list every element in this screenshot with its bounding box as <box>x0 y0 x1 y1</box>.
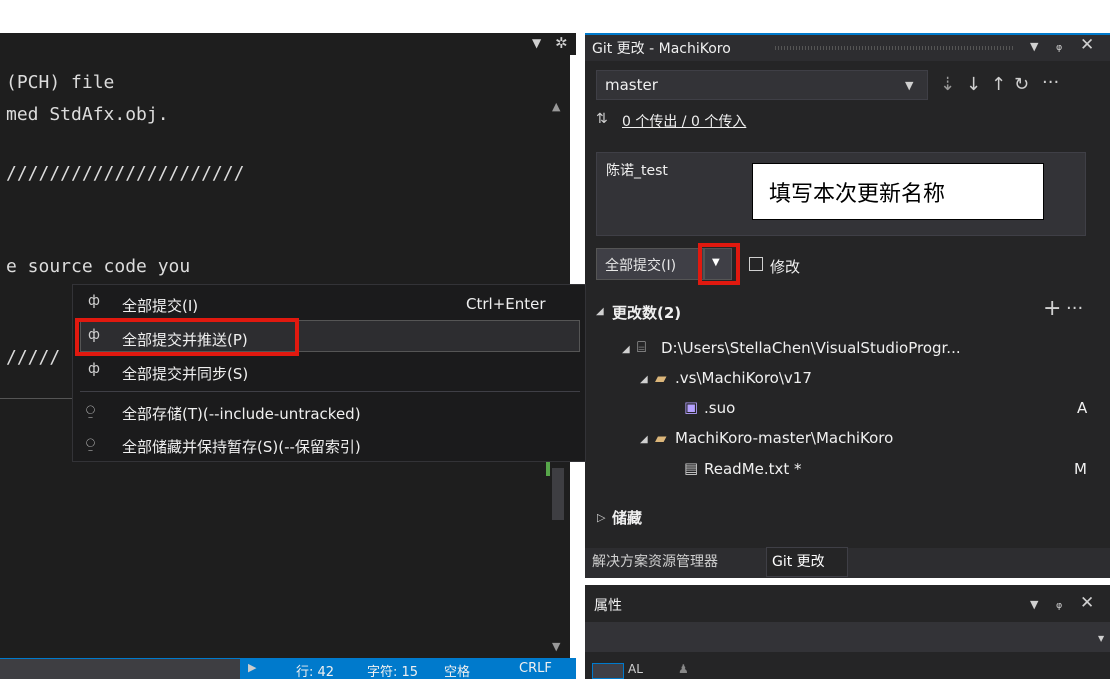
expand-icon[interactable]: ▷ <box>597 511 605 524</box>
tree-item-file[interactable]: .suo <box>704 399 735 417</box>
menu-item-commit-sync[interactable]: 全部提交并同步(S) <box>122 363 248 384</box>
tab-solution-explorer[interactable]: 解决方案资源管理器 <box>592 551 718 571</box>
scroll-down-icon[interactable]: ▼ <box>552 640 560 653</box>
text-file-icon: ▤ <box>684 459 699 477</box>
annotation-callout: 填写本次更新名称 <box>752 163 1044 220</box>
code-line: e source code you <box>6 256 191 277</box>
stash-header[interactable]: 储藏 <box>612 507 642 528</box>
plus-icon[interactable]: + <box>1043 296 1061 321</box>
commit-icon: ф <box>88 361 100 377</box>
tree-item-folder[interactable]: .vs\MachiKoro\v17 <box>675 369 812 387</box>
collapse-icon[interactable]: ◢ <box>640 434 648 445</box>
menu-item-commit-all[interactable]: 全部提交(I) <box>122 295 198 316</box>
commit-icon: ф <box>88 293 100 309</box>
categorized-icon[interactable] <box>592 663 624 679</box>
more-icon[interactable]: ··· <box>1066 298 1083 319</box>
menu-item-stash-all[interactable]: 全部存储(T)(--include-untracked) <box>122 403 361 424</box>
alphabetical-icon[interactable]: AL <box>628 662 643 676</box>
fetch-icon[interactable]: ⇣ <box>940 74 955 95</box>
stash-icon: ⍜ <box>86 434 96 452</box>
folder-icon: ▰ <box>655 369 667 387</box>
file-status-added: A <box>1077 399 1088 417</box>
scroll-right-icon[interactable]: ▶ <box>248 661 256 674</box>
code-line: med StdAfx.obj. <box>6 104 169 125</box>
divider <box>0 398 74 399</box>
properties-object-select[interactable] <box>585 622 1110 652</box>
change-marker <box>546 462 550 476</box>
chevron-down-icon[interactable]: ▼ <box>1030 40 1038 53</box>
menu-item-shortcut: Ctrl+Enter <box>466 295 546 313</box>
code-line: ////////////////////// <box>6 163 245 184</box>
tree-item-repo[interactable]: D:\Users\StellaChen\VisualStudioProgr... <box>661 339 961 357</box>
push-icon[interactable]: ↑ <box>991 74 1006 95</box>
tree-item-folder[interactable]: MachiKoro-master\MachiKoro <box>675 429 893 447</box>
status-line[interactable]: 行: 42 <box>296 661 334 680</box>
scroll-up-icon[interactable]: ▲ <box>552 100 560 113</box>
repo-icon: ⌸ <box>637 338 647 356</box>
file-icon: ▣ <box>684 398 699 416</box>
pull-icon[interactable]: ↓ <box>966 74 981 95</box>
status-space[interactable]: 空格 <box>444 661 470 680</box>
commit-message-text: 陈诺_test <box>606 163 668 179</box>
properties-title: 属性 <box>594 598 622 614</box>
amend-label: 修改 <box>770 258 801 276</box>
panel-title: Git 更改 - MachiKoro <box>592 41 731 57</box>
property-pages-icon[interactable]: ♟ <box>678 662 689 676</box>
sync-status-link[interactable]: 0 个传出 / 0 个传入 <box>622 111 746 131</box>
menu-item-stash-keep-index[interactable]: 全部储藏并保持暂存(S)(--保留索引) <box>122 436 361 457</box>
gear-icon[interactable]: ✲ <box>555 34 568 52</box>
chevron-down-icon: ▼ <box>905 79 914 92</box>
tree-item-file[interactable]: ReadMe.txt * <box>704 460 802 478</box>
close-icon[interactable]: ✕ <box>1080 35 1094 55</box>
amend-checkbox[interactable] <box>749 257 763 271</box>
stash-icon: ⍜ <box>86 401 96 419</box>
annotation-highlight-box <box>75 318 299 356</box>
pin-icon[interactable]: ᵩ <box>1056 36 1062 54</box>
menu-divider <box>80 391 580 392</box>
chevron-down-icon: ▼ <box>1098 634 1105 643</box>
collapse-icon[interactable]: ◢ <box>622 344 630 355</box>
status-eol[interactable]: CRLF <box>519 661 552 676</box>
collapse-icon[interactable]: ◢ <box>596 306 604 317</box>
editor-header <box>0 33 576 55</box>
collapse-icon[interactable]: ◢ <box>640 374 648 385</box>
annotation-highlight-box <box>698 243 740 285</box>
close-icon[interactable]: ✕ <box>1080 593 1094 613</box>
branch-name: master <box>605 76 658 94</box>
tab-git-changes-label: Git 更改 <box>772 554 825 570</box>
chevron-down-icon[interactable]: ▼ <box>532 36 541 50</box>
scrollbar-thumb[interactable] <box>552 468 564 520</box>
status-char[interactable]: 字符: 15 <box>367 661 418 680</box>
file-status-modified: M <box>1074 460 1087 478</box>
more-icon[interactable]: ··· <box>1042 72 1059 93</box>
changes-header[interactable]: 更改数(2) <box>612 302 681 323</box>
code-line: (PCH) file <box>6 72 115 93</box>
pin-icon[interactable]: ᵩ <box>1056 594 1062 612</box>
commit-all-button[interactable]: 全部提交(I) <box>596 248 704 280</box>
horizontal-scrollbar[interactable] <box>0 659 240 679</box>
sync-icon[interactable]: ↻ <box>1014 74 1029 95</box>
folder-icon: ▰ <box>655 429 667 447</box>
code-line: ///// <box>6 347 61 368</box>
title-grip[interactable] <box>775 46 1015 50</box>
chevron-down-icon[interactable]: ▼ <box>1030 598 1038 611</box>
sync-arrows-icon: ⇅ <box>596 111 608 127</box>
